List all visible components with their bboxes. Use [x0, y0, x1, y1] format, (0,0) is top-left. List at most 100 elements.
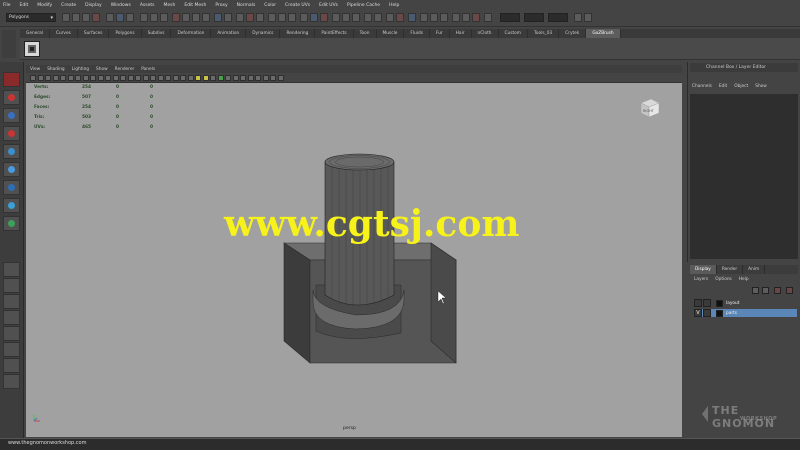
- status-line-icon[interactable]: [72, 13, 80, 22]
- layer-row[interactable]: layout: [694, 299, 797, 307]
- layer-visibility-toggle[interactable]: V: [694, 309, 702, 317]
- status-line-icon[interactable]: [288, 13, 296, 22]
- shelf-tab-fluids[interactable]: Fluids: [404, 29, 430, 38]
- panel-toolbar-icon[interactable]: [180, 75, 186, 81]
- menu-item[interactable]: Mesh: [163, 3, 175, 8]
- status-line-icon[interactable]: [214, 13, 222, 22]
- panel-toolbar-icon[interactable]: [187, 75, 194, 81]
- layer-move-down-button[interactable]: [762, 287, 769, 294]
- panel-toolbar-icon[interactable]: [30, 75, 36, 81]
- shelf-tab-tools03[interactable]: Tools_03: [528, 29, 560, 38]
- menu-item[interactable]: Create UVs: [285, 3, 310, 8]
- status-line-icon[interactable]: [62, 13, 70, 22]
- menu-item[interactable]: Edit UVs: [319, 3, 338, 8]
- layer-move-up-button[interactable]: [752, 287, 759, 294]
- panel-toolbar-icon[interactable]: [127, 75, 134, 81]
- shelf-tab-custom[interactable]: Custom: [499, 29, 528, 38]
- status-line-icon[interactable]: [268, 13, 276, 22]
- menu-set-dropdown[interactable]: Polygons: [6, 13, 56, 22]
- status-line-icon[interactable]: [182, 13, 190, 22]
- status-line-icon[interactable]: [430, 13, 438, 22]
- toolbox-tool-button[interactable]: [3, 90, 20, 105]
- toolbox-tool-button[interactable]: [3, 294, 20, 309]
- status-line-icon[interactable]: [82, 13, 90, 22]
- status-line-icon[interactable]: [140, 13, 148, 22]
- panel-toolbar-icon[interactable]: [112, 75, 119, 81]
- status-line-icon[interactable]: [386, 13, 394, 22]
- panel-toolbar-icon[interactable]: [217, 75, 224, 81]
- channel-box-menu-item[interactable]: Edit: [719, 84, 727, 89]
- status-line-icon[interactable]: [172, 13, 180, 22]
- toolbox-tool-button[interactable]: [3, 326, 20, 341]
- cylinder-mesh-model[interactable]: [26, 83, 682, 437]
- status-line-icon[interactable]: [202, 13, 210, 22]
- panel-toolbar-icon[interactable]: [202, 75, 209, 81]
- shelf-tab-surfaces[interactable]: Surfaces: [78, 29, 110, 38]
- status-line-icon[interactable]: [584, 13, 592, 22]
- toolbox-tool-button[interactable]: [3, 374, 20, 389]
- panel-toolbar-icon[interactable]: [67, 75, 74, 81]
- toolbox-tool-button[interactable]: [3, 180, 20, 195]
- toolbox-tool-button[interactable]: [3, 278, 20, 293]
- status-line-icon[interactable]: [160, 13, 168, 22]
- shelf-tab-gozbrush[interactable]: GoZBrush: [586, 29, 621, 38]
- panel-toolbar-icon[interactable]: [165, 75, 171, 81]
- channel-box-body[interactable]: [690, 94, 798, 259]
- status-line-icon[interactable]: [408, 13, 416, 22]
- shelf-tab-hair[interactable]: Hair: [450, 29, 472, 38]
- shelf-tab-crytek[interactable]: Crytek: [559, 29, 587, 38]
- shelf-tab-fur[interactable]: Fur: [430, 29, 450, 38]
- toolbox-tool-button[interactable]: [3, 342, 20, 357]
- status-line-icon[interactable]: [452, 13, 460, 22]
- layer-visibility-toggle[interactable]: [694, 299, 702, 307]
- status-line-icon[interactable]: [300, 13, 308, 22]
- shelf-tab-toon[interactable]: Toon: [354, 29, 377, 38]
- tab-display[interactable]: Display: [690, 265, 717, 274]
- shelf-tab-dynamics[interactable]: Dynamics: [246, 29, 281, 38]
- status-line-icon[interactable]: [352, 13, 360, 22]
- shelf-tab-muscle[interactable]: Muscle: [377, 29, 405, 38]
- status-line-icon[interactable]: [106, 13, 114, 22]
- shelf-tab-general[interactable]: General: [20, 29, 50, 38]
- toolbox-tool-button[interactable]: [3, 358, 20, 373]
- layer-editor-menu-item[interactable]: Help: [739, 277, 749, 282]
- shelf-tab-painteffects[interactable]: PaintEffects: [315, 29, 354, 38]
- panel-toolbar-icon[interactable]: [105, 75, 111, 81]
- status-line-icon[interactable]: [224, 13, 232, 22]
- status-line-icon[interactable]: [116, 13, 124, 22]
- menu-item[interactable]: Normals: [237, 3, 256, 8]
- panel-toolbar-icon[interactable]: [150, 75, 156, 81]
- channel-box-menu-item[interactable]: Object: [734, 84, 748, 89]
- panel-menu-item[interactable]: Shading: [47, 67, 64, 72]
- layer-display-type-toggle[interactable]: [703, 299, 711, 307]
- panel-toolbar-icon[interactable]: [247, 75, 254, 81]
- menu-item[interactable]: Edit Mesh: [184, 3, 206, 8]
- panel-toolbar-icon[interactable]: [277, 75, 284, 81]
- shelf-tab-ncloth[interactable]: nCloth: [472, 29, 499, 38]
- menu-item[interactable]: Pipeline Cache: [347, 3, 380, 8]
- toolbox-tool-button[interactable]: [3, 216, 20, 231]
- goz-shelf-button[interactable]: [24, 41, 40, 57]
- status-line-field[interactable]: [524, 13, 544, 22]
- layer-display-type-toggle[interactable]: [703, 309, 711, 317]
- status-line-icon[interactable]: [396, 13, 404, 22]
- status-line-icon[interactable]: [310, 13, 318, 22]
- menu-item[interactable]: Assets: [140, 3, 155, 8]
- status-line-icon[interactable]: [150, 13, 158, 22]
- panel-toolbar-icon[interactable]: [82, 75, 89, 81]
- toolbox-tool-button[interactable]: [3, 162, 20, 177]
- panel-toolbar-icon[interactable]: [52, 75, 59, 81]
- panel-toolbar-icon[interactable]: [240, 75, 246, 81]
- panel-toolbar-icon[interactable]: [90, 75, 96, 81]
- panel-menu-item[interactable]: Lighting: [72, 67, 89, 72]
- panel-menu-item[interactable]: Renderer: [115, 67, 135, 72]
- menu-item[interactable]: Windows: [111, 3, 131, 8]
- shelf-tab-subdivs[interactable]: Subdivs: [142, 29, 172, 38]
- status-line-icon[interactable]: [126, 13, 134, 22]
- layer-color-swatch[interactable]: [716, 309, 723, 317]
- status-line-icon[interactable]: [574, 13, 582, 22]
- menu-item[interactable]: Modify: [37, 3, 52, 8]
- shelf-tab-curves[interactable]: Curves: [50, 29, 78, 38]
- panel-toolbar-icon[interactable]: [210, 75, 216, 81]
- viewport-persp[interactable]: Verts: 254 0 0 Edges: 507 0 0 Faces: 254 0 0 Tris: 50…: [26, 83, 682, 437]
